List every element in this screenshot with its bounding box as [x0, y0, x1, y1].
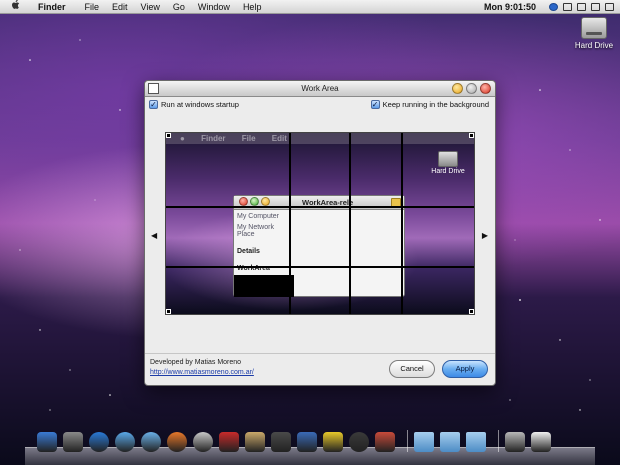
- dock-separator: [407, 430, 408, 452]
- preview-hard-drive-icon: [438, 151, 458, 167]
- wifi-icon[interactable]: [591, 3, 600, 11]
- flag-icon[interactable]: [577, 3, 586, 11]
- run-at-startup-option[interactable]: ✓ Run at windows startup: [149, 100, 239, 109]
- safari-icon[interactable]: [141, 432, 161, 452]
- grid-line-vertical[interactable]: [401, 133, 403, 314]
- chair-icon[interactable]: [219, 432, 239, 452]
- dock-separator: [498, 430, 499, 452]
- apply-button[interactable]: Apply: [442, 360, 488, 378]
- inner-window-controls: [237, 197, 270, 206]
- photo-icon[interactable]: [375, 432, 395, 452]
- menu-extras: Mon 9:01:50: [484, 0, 614, 14]
- sidebar-item-network: My Network Place: [237, 224, 274, 238]
- screen-preview[interactable]: ● Finder File Edit Hard Drive WorkArea-r…: [165, 132, 475, 315]
- itunes-icon[interactable]: [115, 432, 135, 452]
- zoom-button[interactable]: [466, 83, 477, 94]
- menu-clock[interactable]: Mon 9:01:50: [484, 2, 536, 12]
- menu-edit[interactable]: Edit: [112, 2, 128, 12]
- work-area-window: Work Area ✓ Run at windows startup ✓ Kee…: [144, 80, 496, 386]
- preview-menu-app: Finder: [201, 134, 226, 143]
- menu-app-name[interactable]: Finder: [38, 2, 66, 12]
- terminal-icon[interactable]: [271, 432, 291, 452]
- keep-running-checkbox[interactable]: ✓: [370, 100, 380, 109]
- inner-close-icon: [239, 197, 248, 206]
- grid-line-horizontal[interactable]: [166, 266, 474, 268]
- grid-icon[interactable]: [297, 432, 317, 452]
- app-icon: [148, 83, 159, 94]
- run-at-startup-label: Run at windows startup: [161, 100, 239, 109]
- next-arrow-icon[interactable]: ▶: [482, 231, 488, 240]
- preview-menu-file: File: [241, 134, 256, 143]
- resize-handle[interactable]: [469, 133, 474, 138]
- preview-menu-bar: ● Finder File Edit: [166, 133, 474, 144]
- preview-inner-window: WorkArea-rele My Computer My Network Pla…: [233, 195, 405, 297]
- applications-folder-icon[interactable]: [414, 432, 434, 452]
- minimize-button[interactable]: [452, 83, 463, 94]
- preview-hard-drive-label: Hard Drive: [431, 168, 465, 175]
- dock-icons: [37, 430, 557, 452]
- finder-icon[interactable]: [37, 432, 57, 452]
- previous-arrow-icon[interactable]: ◀: [151, 231, 157, 240]
- credit-link[interactable]: http://www.matiasmoreno.com.ar/: [150, 369, 254, 376]
- eject-icon[interactable]: [563, 3, 572, 11]
- keep-running-option[interactable]: ✓ Keep running in the background: [370, 100, 489, 109]
- run-at-startup-checkbox[interactable]: ✓: [149, 100, 158, 109]
- credit-text: Developed by Matias Moreno: [150, 359, 242, 366]
- grid-line-horizontal[interactable]: [166, 206, 474, 208]
- workarea-heading: WorkArea: [237, 265, 270, 272]
- cancel-button[interactable]: Cancel: [389, 360, 435, 378]
- clock-icon[interactable]: [193, 432, 213, 452]
- resize-handle[interactable]: [166, 309, 171, 314]
- dock: [25, 425, 595, 465]
- window-title: Work Area: [301, 84, 339, 93]
- grid-line-vertical[interactable]: [349, 133, 351, 314]
- inner-zoom-icon: [250, 197, 259, 206]
- documents-folder-icon[interactable]: [440, 432, 460, 452]
- credit-block: Developed by Matias Moreno http://www.ma…: [150, 358, 254, 378]
- apple-menu-icon[interactable]: [6, 0, 24, 13]
- menu-file[interactable]: File: [85, 2, 100, 12]
- hard-drive-label: Hard Drive: [574, 41, 614, 50]
- menu-view[interactable]: View: [141, 2, 160, 12]
- hard-drive-icon: [581, 17, 607, 39]
- mail-icon[interactable]: [531, 432, 551, 452]
- resize-handle[interactable]: [469, 309, 474, 314]
- downloads-folder-icon[interactable]: [466, 432, 486, 452]
- power-icon[interactable]: [349, 432, 369, 452]
- title-bar[interactable]: Work Area: [145, 81, 495, 97]
- trash-icon[interactable]: [505, 432, 525, 452]
- preview-icon[interactable]: [245, 432, 265, 452]
- details-heading: Details: [237, 248, 260, 255]
- dashboard-icon[interactable]: [63, 432, 83, 452]
- menu-help[interactable]: Help: [243, 2, 262, 12]
- preview-menu-edit: Edit: [271, 134, 287, 143]
- menu-go[interactable]: Go: [173, 2, 185, 12]
- menu-bar: Finder File Edit View Go Window Help Mon…: [0, 0, 620, 14]
- grid-line-vertical[interactable]: [289, 133, 291, 314]
- quicktime-icon[interactable]: [89, 432, 109, 452]
- inner-black-region: [234, 275, 294, 297]
- volume-icon[interactable]: [605, 3, 614, 11]
- sidebar-item-my-computer: My Computer: [237, 213, 280, 220]
- preview-apple-icon: ●: [180, 134, 185, 143]
- options-row: ✓ Run at windows startup ✓ Keep running …: [149, 100, 491, 112]
- window-controls: [449, 83, 491, 94]
- close-button[interactable]: [480, 83, 491, 94]
- inner-minimize-icon: [261, 197, 270, 206]
- preview-hard-drive: Hard Drive: [428, 151, 468, 175]
- window-footer: Developed by Matias Moreno http://www.ma…: [145, 353, 495, 385]
- firefox-icon[interactable]: [167, 432, 187, 452]
- spotlight-icon[interactable]: [549, 3, 558, 11]
- keep-running-label: Keep running in the background: [382, 100, 489, 109]
- resize-handle[interactable]: [166, 133, 171, 138]
- menu-window[interactable]: Window: [198, 2, 230, 12]
- radiation-icon[interactable]: [323, 432, 343, 452]
- desktop-hard-drive[interactable]: Hard Drive: [574, 17, 614, 50]
